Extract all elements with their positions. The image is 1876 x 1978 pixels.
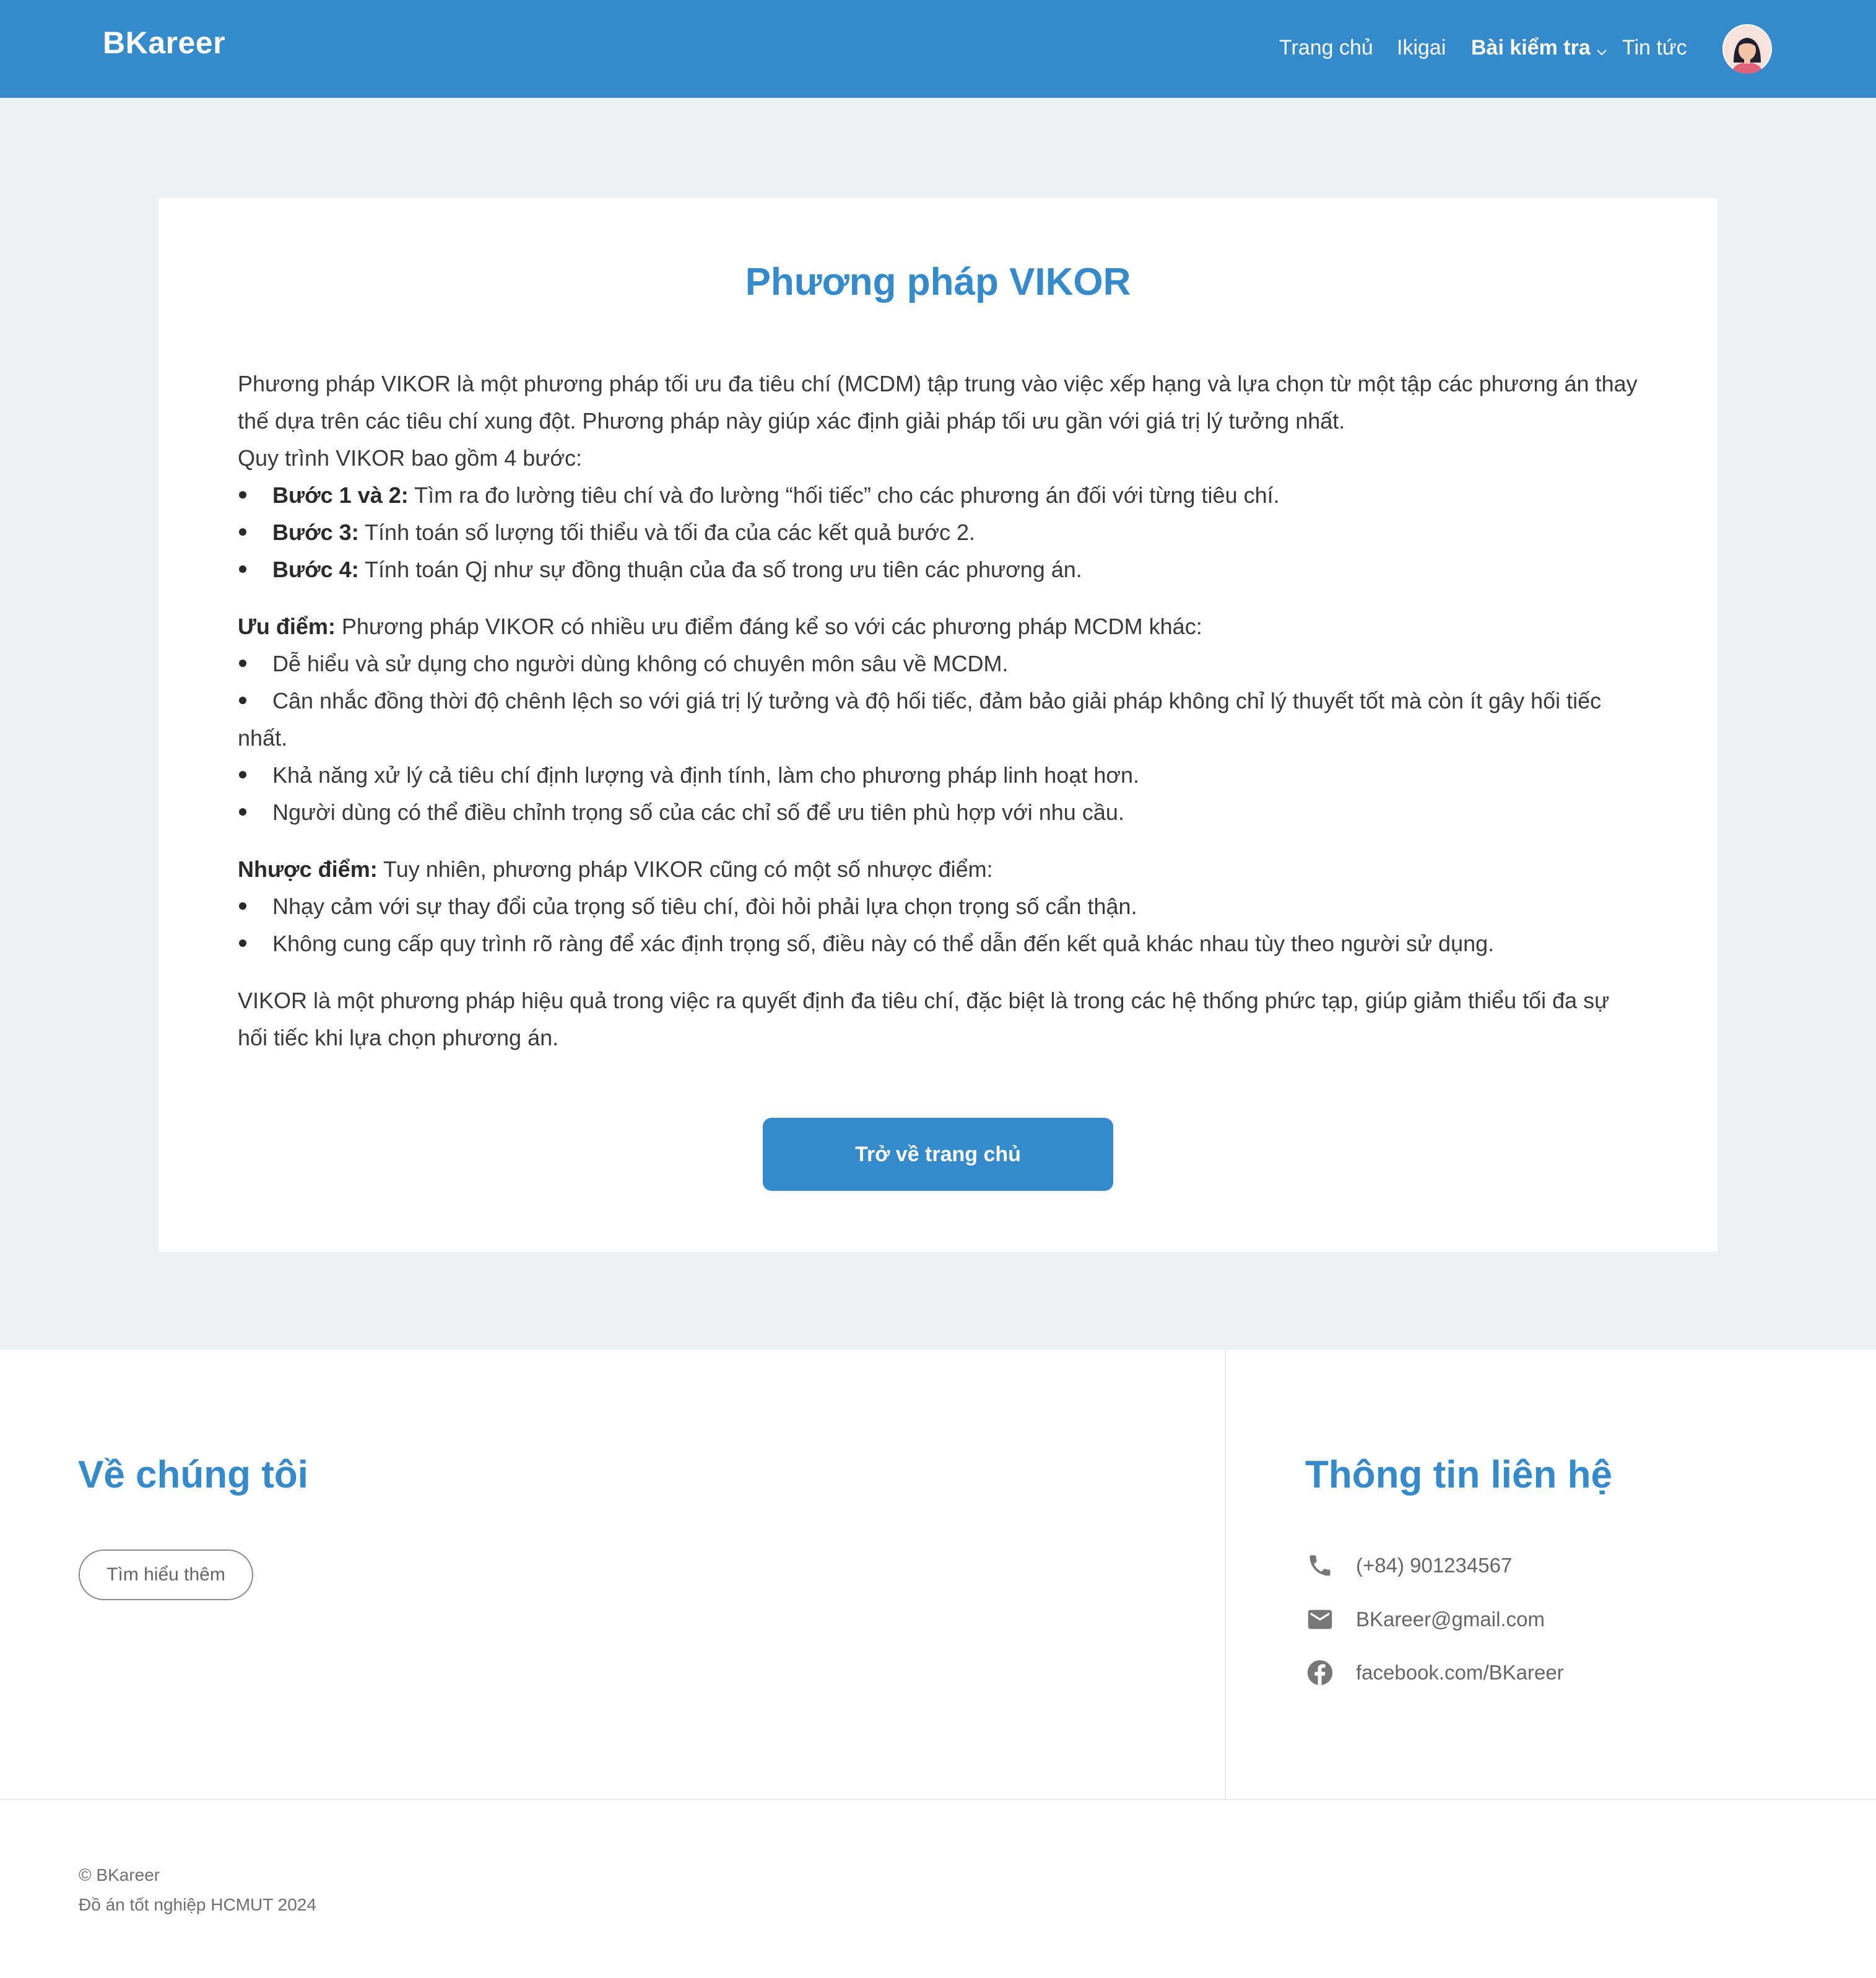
contact-email: BKareer@gmail.com <box>1305 1604 1545 1635</box>
learn-more-button[interactable]: Tìm hiểu thêm <box>79 1549 253 1600</box>
cons-heading: Nhược điểm: Tuy nhiên, phương pháp VIKOR… <box>238 856 993 882</box>
back-home-button[interactable]: Trở về trang chủ <box>763 1118 1113 1191</box>
phone-icon <box>1305 1551 1335 1580</box>
footer-divider <box>1225 1350 1226 1800</box>
list-item: Khả năng xử lý cả tiêu chí định lượng và… <box>238 757 1638 794</box>
process-heading: Quy trình VIKOR bao gồm 4 bước: <box>238 445 582 471</box>
nav-tests[interactable]: Bài kiểm tra <box>1471 36 1607 61</box>
contact-title: Thông tin liên hệ <box>1305 1453 1612 1496</box>
contact-facebook: facebook.com/BKareer <box>1305 1657 1564 1688</box>
list-item: Cân nhắc đồng thời độ chênh lệch so với … <box>238 688 1602 751</box>
page-title: Phương pháp VIKOR <box>745 261 1131 303</box>
list-item: Bước 4: Tính toán Qj như sự đồng thuận c… <box>238 551 1638 588</box>
cons-list: Nhạy cảm với sự thay đổi của trọng số ti… <box>238 888 1638 962</box>
conclusion-paragraph: VIKOR là một phương pháp hiệu quả trong … <box>238 988 1610 1050</box>
user-avatar-icon <box>1724 25 1771 74</box>
email-text[interactable]: BKareer@gmail.com <box>1356 1608 1545 1631</box>
article-body: Phương pháp VIKOR là một phương pháp tối… <box>238 365 1638 1076</box>
logo[interactable]: BKareer <box>103 25 225 61</box>
article-card: Phương pháp VIKOR Phương pháp VIKOR là m… <box>159 198 1717 1252</box>
chevron-down-icon <box>1597 37 1607 61</box>
contact-phone: (+84) 901234567 <box>1305 1550 1512 1581</box>
facebook-icon <box>1305 1658 1335 1688</box>
intro-paragraph: Phương pháp VIKOR là một phương pháp tối… <box>238 371 1638 434</box>
facebook-text[interactable]: facebook.com/BKareer <box>1356 1661 1564 1684</box>
nav-tests-label: Bài kiểm tra <box>1471 36 1591 59</box>
mail-icon <box>1305 1605 1335 1634</box>
copyright-text: © BKareer <box>79 1865 160 1884</box>
pros-heading: Ưu điểm: Phương pháp VIKOR có nhiều ưu đ… <box>238 614 1202 639</box>
footer-divider <box>0 1799 1876 1800</box>
list-item: Người dùng có thể điều chỉnh trọng số củ… <box>238 794 1638 831</box>
list-item: Không cung cấp quy trình rõ ràng để xác … <box>238 925 1638 962</box>
about-title: Về chúng tôi <box>78 1453 308 1496</box>
top-navbar: BKareer Trang chủ Ikigai Bài kiểm tra Ti… <box>0 0 1876 98</box>
steps-list: Bước 1 và 2: Tìm ra đo lường tiêu chí và… <box>238 477 1638 588</box>
nav-ikigai[interactable]: Ikigai <box>1397 36 1446 60</box>
list-item: Nhạy cảm với sự thay đổi của trọng số ti… <box>238 888 1638 925</box>
list-item: Bước 3: Tính toán số lượng tối thiểu và … <box>238 514 1638 551</box>
nav-news[interactable]: Tin tức <box>1622 36 1687 60</box>
phone-text[interactable]: (+84) 901234567 <box>1356 1554 1512 1577</box>
project-text: Đồ án tốt nghiệp HCMUT 2024 <box>79 1895 316 1914</box>
list-item: Dễ hiểu và sử dụng cho người dùng không … <box>238 645 1638 682</box>
nav-home[interactable]: Trang chủ <box>1279 36 1373 60</box>
pros-list: Dễ hiểu và sử dụng cho người dùng không … <box>238 645 1638 831</box>
list-item: Bước 1 và 2: Tìm ra đo lường tiêu chí và… <box>238 477 1638 514</box>
copyright: © BKareer Đồ án tốt nghiệp HCMUT 2024 <box>79 1860 316 1920</box>
avatar[interactable] <box>1722 24 1772 74</box>
